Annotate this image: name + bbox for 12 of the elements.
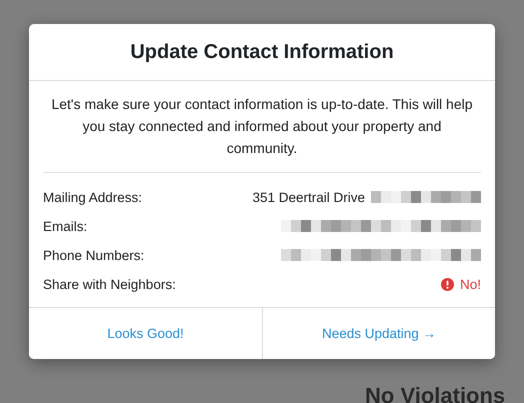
intro-text: Let's make sure your contact information is up-to-date. This will help you stay connected and informed about your property and community. bbox=[43, 93, 481, 173]
field-label: Mailing Address: bbox=[43, 190, 142, 204]
update-button[interactable]: Needs Updating → bbox=[262, 308, 495, 359]
confirm-button[interactable]: Looks Good! bbox=[29, 308, 262, 359]
dialog-title: Update Contact Information bbox=[29, 24, 495, 81]
exclamation-icon bbox=[440, 278, 454, 290]
background-heading: No Violations bbox=[365, 383, 506, 403]
field-label: Share with Neighbors: bbox=[43, 276, 176, 292]
field-label: Phone Numbers: bbox=[43, 248, 144, 262]
address-value: 351 Deertrail Drive bbox=[252, 190, 365, 204]
share-status: No! bbox=[460, 276, 481, 292]
field-label: Emails: bbox=[43, 218, 88, 234]
